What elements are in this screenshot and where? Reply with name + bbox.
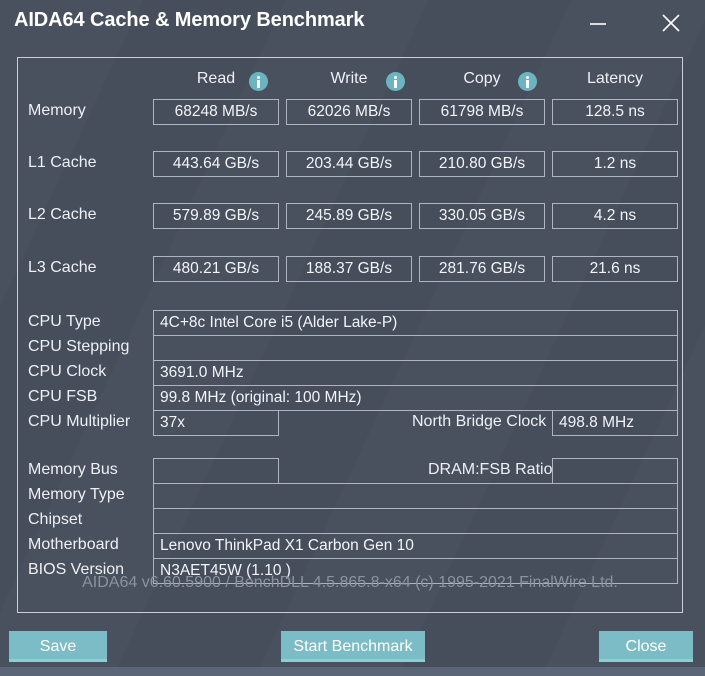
memory-latency-value: 128.5 ns [552,99,678,125]
chipset-value [153,508,678,534]
memory-read-value: 68248 MB/s [153,99,279,125]
column-header-latency: Latency [586,70,644,87]
l1-copy-value: 210.80 GB/s [419,151,545,177]
motherboard-value: Lenovo ThinkPad X1 Carbon Gen 10 [153,533,678,559]
row-label-memory: Memory [28,102,86,119]
version-text: AIDA64 v6.60.5900 / BenchDLL 4.5.865.8-x… [82,574,618,591]
label-cpu-clock: CPU Clock [28,363,107,380]
title-bar: AIDA64 Cache & Memory Benchmark [0,0,705,46]
close-button[interactable] [655,8,687,38]
l3-latency-value: 21.6 ns [552,256,678,282]
row-label-l2-cache: L2 Cache [28,206,97,223]
dram-fsb-ratio-value [552,458,678,484]
cpu-clock-value: 3691.0 MHz [153,360,678,386]
write-info-icon[interactable] [386,72,405,91]
label-cpu-fsb: CPU FSB [28,388,98,405]
l3-copy-value: 281.76 GB/s [419,256,545,282]
label-memory-type: Memory Type [28,486,125,503]
l1-latency-value: 1.2 ns [552,151,678,177]
bottom-strip [0,667,705,676]
label-dram-fsb-ratio: DRAM:FSB Ratio [428,461,553,478]
start-benchmark-button[interactable]: Start Benchmark [281,631,425,662]
label-cpu-type: CPU Type [28,313,101,330]
label-cpu-stepping: CPU Stepping [28,338,130,355]
read-info-icon[interactable] [249,72,268,91]
main-panel: Read Write Copy Latency Memory 68248 MB/… [17,57,683,613]
memory-bus-value [153,458,279,484]
cpu-fsb-value: 99.8 MHz (original: 100 MHz) [153,385,678,411]
l2-copy-value: 330.05 GB/s [419,203,545,229]
l3-write-value: 188.37 GB/s [286,256,412,282]
row-label-l3-cache: L3 Cache [28,259,97,276]
north-bridge-clock-value: 498.8 MHz [552,410,678,436]
cpu-stepping-value [153,335,678,361]
save-button[interactable]: Save [9,631,107,662]
memory-write-value: 62026 MB/s [286,99,412,125]
l2-write-value: 245.89 GB/s [286,203,412,229]
label-north-bridge-clock: North Bridge Clock [412,413,547,430]
l2-read-value: 579.89 GB/s [153,203,279,229]
l2-latency-value: 4.2 ns [552,203,678,229]
label-motherboard: Motherboard [28,536,119,553]
cpu-multiplier-value: 37x [153,410,279,436]
close-icon [662,14,680,32]
copy-info-icon[interactable] [518,72,537,91]
minimize-icon [590,23,606,25]
label-chipset: Chipset [28,511,83,528]
row-label-l1-cache: L1 Cache [28,154,97,171]
close-button-footer[interactable]: Close [599,631,693,662]
label-memory-bus: Memory Bus [28,461,118,478]
memory-type-value [153,483,678,509]
l1-write-value: 203.44 GB/s [286,151,412,177]
l1-read-value: 443.64 GB/s [153,151,279,177]
minimize-button[interactable] [582,8,614,38]
l3-read-value: 480.21 GB/s [153,256,279,282]
memory-copy-value: 61798 MB/s [419,99,545,125]
cpu-type-value: 4C+8c Intel Core i5 (Alder Lake-P) [153,310,678,336]
window-title: AIDA64 Cache & Memory Benchmark [14,9,365,31]
label-cpu-multiplier: CPU Multiplier [28,413,131,430]
